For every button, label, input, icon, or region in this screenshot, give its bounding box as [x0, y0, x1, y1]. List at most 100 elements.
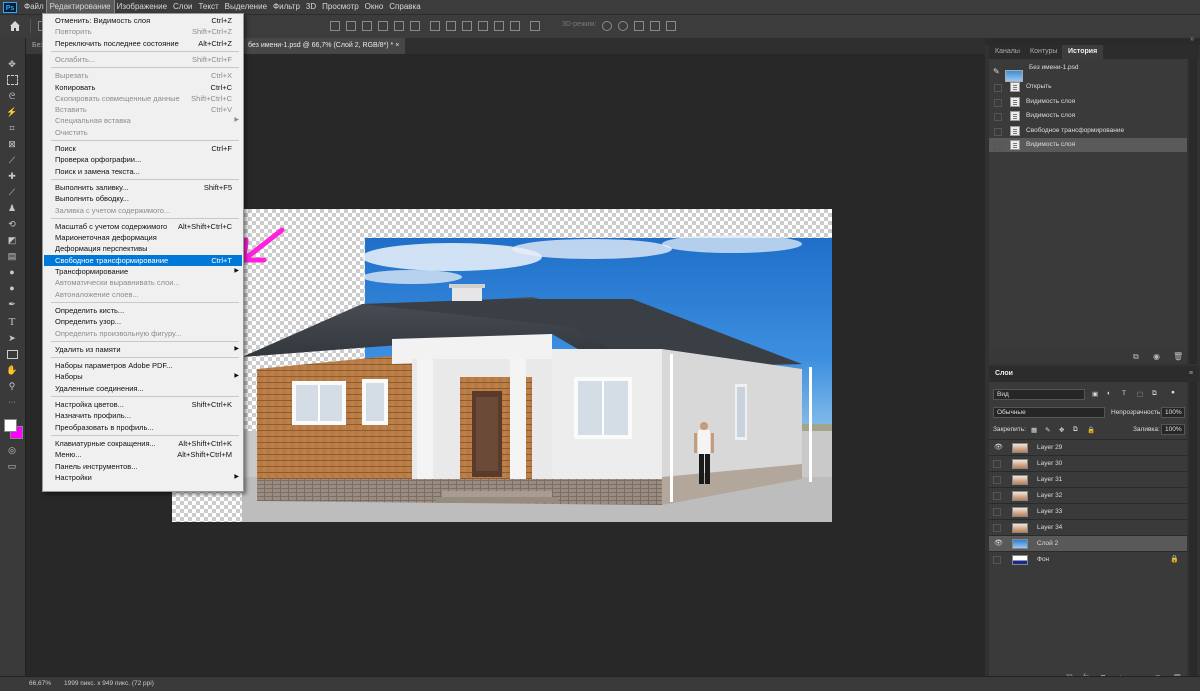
path-selection-icon[interactable]: ➤ — [5, 332, 19, 344]
visibility-eye-icon[interactable]: 👁 — [994, 444, 1003, 451]
eraser-icon[interactable]: ◩ — [5, 234, 19, 246]
menu-9[interactable]: Окно — [362, 0, 387, 14]
distribute-2-icon[interactable] — [446, 21, 456, 31]
lock-position-icon[interactable]: ✥ — [1059, 426, 1064, 434]
edit-menu-item[interactable]: Вставить Ctrl+V — [44, 104, 242, 115]
crop-tool-icon[interactable]: ⌗ — [5, 122, 19, 134]
align-bottom-icon[interactable] — [410, 21, 420, 31]
gradient-tool-icon[interactable]: ▤ — [5, 250, 19, 262]
brush-tool-icon[interactable]: ⟋ — [5, 186, 19, 198]
menu-3[interactable]: Слои — [170, 0, 195, 14]
layer-row[interactable]: Layer 33 — [989, 503, 1187, 520]
new-document-from-state-icon[interactable]: ⧉ — [1133, 352, 1139, 362]
visibility-toggle[interactable] — [993, 524, 1001, 532]
visibility-toggle[interactable] — [993, 492, 1001, 500]
edit-menu-item[interactable]: Панель инструментов... — [44, 461, 242, 472]
edit-menu-item[interactable]: Ослабить... Shift+Ctrl+F — [44, 54, 242, 65]
tab-channels[interactable]: Каналы — [989, 45, 1026, 59]
edit-menu-item[interactable]: Марионеточная деформация — [44, 232, 242, 243]
edit-menu-item[interactable]: Автоматически выравнивать слои... — [44, 277, 242, 288]
history-checkbox[interactable] — [994, 142, 1002, 150]
edit-menu-item[interactable]: Клавиатурные сокращения... Alt+Shift+Ctrl… — [44, 438, 242, 449]
align-top-icon[interactable] — [378, 21, 388, 31]
history-checkbox[interactable] — [994, 127, 1002, 136]
edit-menu-item[interactable]: Преобразовать в профиль... — [44, 422, 242, 433]
edit-menu-item[interactable]: Определить узор... — [44, 316, 242, 327]
edit-menu-item[interactable]: Настройка цветов... Shift+Ctrl+K — [44, 399, 242, 410]
history-state[interactable]: Открыть — [989, 80, 1187, 94]
history-brush-source-icon[interactable]: ✎ — [993, 65, 1000, 79]
edit-menu-item[interactable]: Масштаб с учетом содержимого Alt+Shift+Ct… — [44, 221, 242, 232]
quick-mask-icon[interactable]: ◎ — [5, 444, 19, 456]
lasso-tool-icon[interactable]: ᘓ — [5, 90, 19, 102]
edit-menu-item[interactable]: Копировать Ctrl+C — [44, 82, 242, 93]
trash-icon[interactable]: 🗑 — [1173, 352, 1183, 361]
align-right-icon[interactable] — [362, 21, 372, 31]
healing-brush-icon[interactable]: ✚ — [5, 170, 19, 182]
distribute-5-icon[interactable] — [494, 21, 504, 31]
dodge-tool-icon[interactable]: ● — [5, 282, 19, 294]
history-snapshot[interactable]: ✎ Без имени-1.psd — [989, 64, 1187, 82]
menu-2[interactable]: Изображение — [114, 0, 170, 14]
visibility-eye-icon[interactable]: 👁 — [994, 540, 1003, 547]
filter-adjustment-icon[interactable]: ◐ — [1107, 390, 1111, 397]
layer-row[interactable]: Layer 34 — [989, 519, 1187, 536]
collapse-panels-icon[interactable]: » — [1190, 36, 1194, 43]
distribute-3-icon[interactable] — [462, 21, 472, 31]
blur-tool-icon[interactable]: ● — [5, 266, 19, 278]
lock-all-icon[interactable]: 🔒 — [1087, 426, 1095, 434]
menu-10[interactable]: Справка — [386, 0, 423, 14]
layer-row[interactable]: Layer 32 — [989, 487, 1187, 504]
edit-menu-item[interactable]: Определить кисть... — [44, 305, 242, 316]
edit-menu-item[interactable]: Поиск Ctrl+F — [44, 143, 242, 154]
edit-menu-item[interactable]: Переключить последнее состояние Alt+Ctrl+… — [44, 38, 242, 49]
history-checkbox[interactable] — [994, 84, 1002, 92]
3d-slide-icon[interactable] — [650, 21, 660, 31]
history-brush-icon[interactable]: ⟲ — [5, 218, 19, 230]
menu-1[interactable]: Редактирование — [45, 0, 115, 15]
more-options-icon[interactable] — [530, 21, 540, 31]
menu-6[interactable]: Фильтр — [270, 0, 303, 14]
history-state[interactable]: Свободное трансформирование — [989, 124, 1187, 138]
edit-menu-item[interactable]: Наборы ▶ — [44, 371, 242, 382]
panel-menu-icon[interactable]: ≡ — [1189, 366, 1193, 382]
3d-pan-icon[interactable] — [634, 21, 644, 31]
3d-scale-icon[interactable] — [666, 21, 676, 31]
history-scrollbar[interactable] — [1189, 59, 1197, 364]
layer-row[interactable]: 👁 Слой 2 — [989, 535, 1187, 552]
tab-paths[interactable]: Контуры — [1024, 45, 1063, 59]
menu-5[interactable]: Выделение — [222, 0, 270, 14]
rectangle-tool-icon[interactable] — [5, 348, 19, 360]
edit-menu-item[interactable]: Скопировать совмещенные данные Shift+Ctrl… — [44, 93, 242, 104]
lock-artboard-icon[interactable]: ⧉ — [1073, 426, 1078, 434]
hand-tool-icon[interactable]: ✋ — [5, 364, 19, 376]
edit-menu-item[interactable]: Меню... Alt+Shift+Ctrl+M — [44, 449, 242, 460]
camera-snapshot-icon[interactable]: ◉ — [1153, 352, 1160, 361]
edit-menu-item[interactable]: Трансформирование ▶ — [44, 266, 242, 277]
distribute-4-icon[interactable] — [478, 21, 488, 31]
menu-7[interactable]: 3D — [303, 0, 319, 14]
filter-shape-icon[interactable]: ⬚ — [1137, 390, 1143, 398]
visibility-toggle[interactable] — [993, 508, 1001, 516]
layer-row[interactable]: Layer 31 — [989, 471, 1187, 488]
edit-menu-item[interactable]: Настройки ▶ — [44, 472, 242, 483]
visibility-toggle[interactable] — [993, 476, 1001, 484]
filter-smart-object-icon[interactable]: ⧉ — [1152, 390, 1157, 398]
filter-pixel-icon[interactable]: ▣ — [1092, 390, 1098, 398]
edit-menu-item[interactable]: Повторить Shift+Ctrl+Z — [44, 26, 242, 37]
edit-menu-item[interactable]: Вырезать Ctrl+X — [44, 70, 242, 81]
blend-mode-select[interactable]: Обычные — [993, 407, 1105, 418]
zoom-tool-icon[interactable]: ⚲ — [5, 380, 19, 392]
move-tool-icon[interactable]: ✥ — [5, 58, 19, 70]
menu-4[interactable]: Текст — [195, 0, 221, 14]
clone-stamp-icon[interactable]: ♟ — [5, 202, 19, 214]
edit-menu-item[interactable]: Выполнить заливку... Shift+F5 — [44, 182, 242, 193]
edit-menu-item[interactable]: Отменить: Видимость слоя Ctrl+Z — [44, 15, 242, 26]
history-state[interactable]: Видимость слоя — [989, 109, 1187, 123]
lock-pixels-icon[interactable]: ✎ — [1045, 426, 1050, 434]
3d-orbit-icon[interactable] — [602, 21, 612, 31]
history-checkbox[interactable] — [994, 98, 1002, 107]
lock-transparent-icon[interactable]: ▦ — [1031, 426, 1037, 434]
3d-roll-icon[interactable] — [618, 21, 628, 31]
eyedropper-icon[interactable]: ⟋ — [5, 154, 19, 166]
